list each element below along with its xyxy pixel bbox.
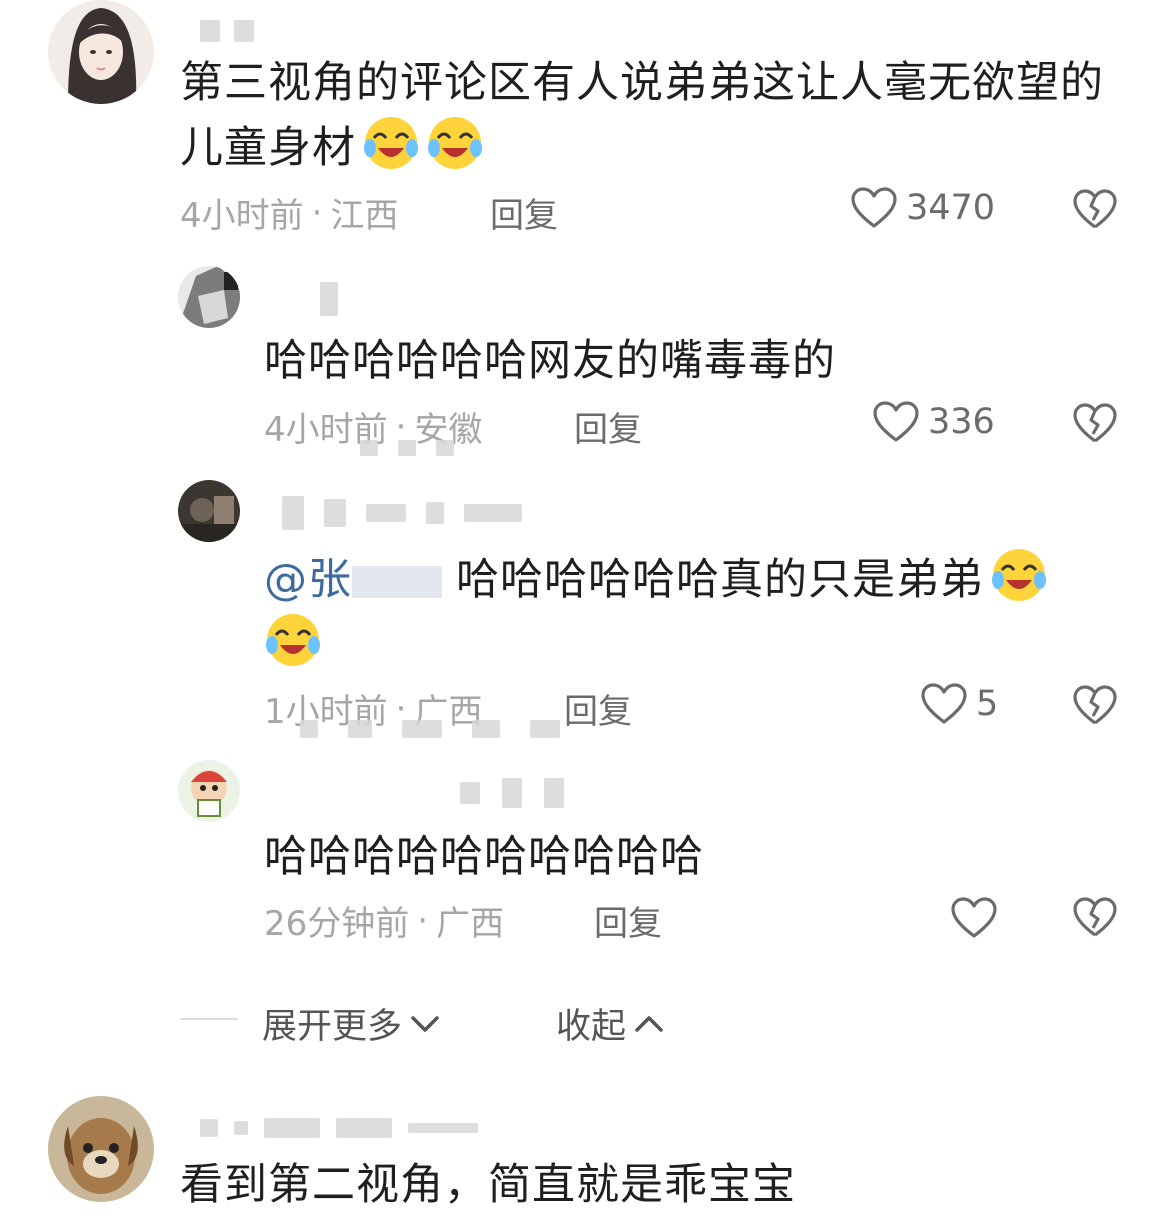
heart-outline-icon [873, 401, 919, 442]
collapse-button[interactable]: 收起 [556, 998, 666, 1049]
mention-link[interactable]: @张 [264, 555, 352, 605]
expand-more-button[interactable]: 展开更多 [262, 998, 442, 1049]
like-button[interactable]: 336 [872, 400, 995, 444]
comment-meta: 4小时前 · 江西 [180, 188, 398, 237]
crying-laughing-emoji-icon [364, 117, 418, 169]
blur-overlay [300, 720, 560, 738]
avatar[interactable] [178, 266, 240, 328]
crying-laughing-emoji-icon [266, 614, 320, 666]
dislike-button[interactable] [1072, 684, 1118, 726]
username-blurred [320, 282, 338, 316]
like-button[interactable]: 5 [920, 682, 998, 726]
broken-heart-icon [1073, 685, 1117, 725]
username-blurred [460, 778, 564, 808]
broken-heart-icon [1073, 403, 1117, 443]
avatar-image [48, 1096, 154, 1202]
like-button[interactable]: 3470 [850, 186, 995, 230]
expand-more-label: 展开更多 [262, 1007, 403, 1047]
avatar-image [178, 480, 240, 542]
avatar[interactable] [48, 1096, 154, 1202]
avatar-image [48, 0, 154, 104]
broken-heart-icon [1073, 897, 1117, 937]
reply-button[interactable]: 回复 [564, 684, 632, 733]
comment-location: 江西 [330, 196, 399, 236]
username-blurred [200, 1118, 478, 1138]
collapse-label: 收起 [556, 1007, 627, 1047]
username-blurred [200, 20, 254, 42]
meta-separator: · [311, 192, 323, 233]
reply-button[interactable]: 回复 [490, 188, 558, 237]
avatar[interactable] [48, 0, 154, 104]
dislike-button[interactable] [1072, 402, 1118, 444]
comment-text: 看到第二视角，简直就是乖宝宝 [180, 1160, 796, 1210]
meta-separator: · [417, 900, 429, 941]
crying-laughing-emoji-icon [992, 549, 1046, 601]
comment-text: 哈哈哈哈哈哈网友的嘴毒毒的 [264, 336, 836, 386]
comment-text: @张 哈哈哈哈哈哈真的只是弟弟 [264, 546, 1124, 676]
heart-outline-icon [851, 187, 897, 228]
comment-time: 4小时前 [180, 196, 304, 236]
avatar-image [178, 760, 240, 822]
avatar-image [178, 266, 240, 328]
heart-outline-icon [951, 897, 997, 938]
avatar[interactable] [178, 480, 240, 542]
mention-blurred [352, 566, 442, 598]
like-count: 336 [928, 402, 995, 442]
like-count: 3470 [906, 188, 996, 228]
dislike-button[interactable] [1072, 896, 1118, 938]
comment-text: 哈哈哈哈哈哈哈哈哈哈 [264, 832, 704, 882]
crying-laughing-emoji-icon [428, 117, 482, 169]
dislike-button[interactable] [1072, 188, 1118, 230]
chevron-down-icon [411, 1015, 439, 1032]
reply-button[interactable]: 回复 [574, 402, 642, 451]
like-button[interactable] [950, 896, 1006, 940]
comment-meta: 26分钟前 · 广西 [264, 896, 504, 945]
like-count: 5 [976, 684, 999, 724]
avatar[interactable] [178, 760, 240, 822]
thread-divider [180, 1018, 238, 1020]
comment-time: 26分钟前 [264, 904, 410, 944]
blur-overlay [360, 440, 454, 456]
chevron-up-icon [635, 1015, 663, 1032]
broken-heart-icon [1073, 189, 1117, 229]
username-blurred [282, 496, 522, 530]
comment-text: 第三视角的评论区有人说弟弟这让人毫无欲望的儿童身材 [180, 58, 1104, 173]
reply-button[interactable]: 回复 [594, 896, 662, 945]
comment-location: 广西 [436, 904, 505, 944]
heart-outline-icon [921, 683, 967, 724]
